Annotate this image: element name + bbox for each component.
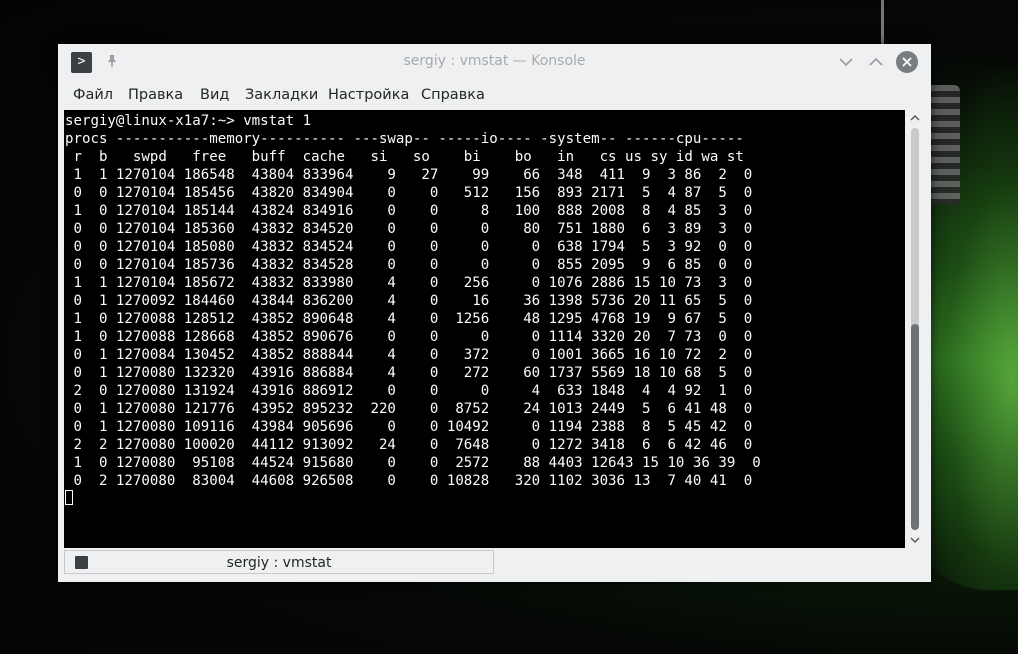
menu-edit[interactable]: Правка bbox=[128, 87, 183, 103]
maximize-button[interactable] bbox=[866, 52, 886, 72]
terminal-line: 0 1 1270080 121776 43952 895232 220 0 87… bbox=[65, 401, 753, 417]
tab-label: sergiy : vmstat bbox=[226, 555, 332, 571]
terminal-line: 1 0 1270080 95108 44524 915680 0 0 2572 … bbox=[65, 455, 761, 471]
terminal-line: 0 0 1270104 185080 43832 834524 0 0 0 0 … bbox=[65, 239, 753, 255]
bulb-cord bbox=[881, 0, 884, 46]
terminal-line: 1 0 1270088 128668 43852 890676 0 0 0 0 … bbox=[65, 329, 753, 345]
terminal-line: 0 2 1270080 83004 44608 926508 0 0 10828… bbox=[65, 473, 753, 489]
terminal-cursor bbox=[65, 490, 73, 505]
menu-help[interactable]: Справка bbox=[421, 87, 485, 103]
terminal-line: 2 2 1270080 100020 44112 913092 24 0 764… bbox=[65, 437, 753, 453]
terminal-line: 0 1 1270080 132320 43916 886884 4 0 272 … bbox=[65, 365, 753, 381]
terminal-line: 0 0 1270104 185360 43832 834520 0 0 0 80… bbox=[65, 221, 753, 237]
title-bar[interactable]: > sergiy : vmstat — Konsole bbox=[58, 44, 931, 80]
menu-bar: Файл Правка Вид Закладки Настройка Справ… bbox=[58, 81, 931, 109]
terminal-line: 0 0 1270104 185736 43832 834528 0 0 0 0 … bbox=[65, 257, 753, 273]
menu-settings[interactable]: Настройка bbox=[328, 87, 409, 103]
menu-bookmarks[interactable]: Закладки bbox=[245, 87, 318, 103]
menu-view[interactable]: Вид bbox=[200, 87, 229, 103]
terminal-line: sergiy@linux-x1a7:~> vmstat 1 bbox=[65, 113, 312, 129]
close-button[interactable] bbox=[896, 51, 918, 73]
minimize-button[interactable] bbox=[836, 52, 856, 72]
terminal-output: sergiy@linux-x1a7:~> vmstat 1 procs ----… bbox=[64, 110, 905, 490]
scroll-up-icon[interactable] bbox=[908, 112, 922, 124]
scroll-down-icon[interactable] bbox=[908, 534, 922, 546]
scrollbar-thumb[interactable] bbox=[911, 324, 919, 530]
terminal-line: 1 0 1270088 128512 43852 890648 4 0 1256… bbox=[65, 311, 753, 327]
terminal-view[interactable]: sergiy@linux-x1a7:~> vmstat 1 procs ----… bbox=[64, 110, 905, 548]
terminal-line: 0 1 1270084 130452 43852 888844 4 0 372 … bbox=[65, 347, 753, 363]
window-title: sergiy : vmstat — Konsole bbox=[403, 53, 586, 69]
terminal-scrollbar[interactable] bbox=[908, 110, 922, 548]
terminal-line: 0 1 1270080 109116 43984 905696 0 0 1049… bbox=[65, 419, 753, 435]
terminal-line: 2 0 1270080 131924 43916 886912 0 0 0 4 … bbox=[65, 383, 753, 399]
terminal-line: 1 1 1270104 186548 43804 833964 9 27 99 … bbox=[65, 167, 753, 183]
terminal-line: r b swpd free buff cache si so bi bo in … bbox=[65, 149, 744, 165]
menu-file[interactable]: Файл bbox=[73, 87, 113, 103]
terminal-line: procs -----------memory---------- ---swa… bbox=[65, 131, 744, 147]
terminal-line: 0 0 1270104 185456 43820 834904 0 0 512 … bbox=[65, 185, 753, 201]
terminal-line: 1 0 1270104 185144 43824 834916 0 0 8 10… bbox=[65, 203, 753, 219]
tab-session[interactable]: sergiy : vmstat bbox=[64, 550, 494, 574]
terminal-line: 0 1 1270092 184460 43844 836200 4 0 16 3… bbox=[65, 293, 753, 309]
terminal-line: 1 1 1270104 185672 43832 833980 4 0 256 … bbox=[65, 275, 753, 291]
wallpaper-bulb-cap bbox=[930, 85, 960, 205]
tab-bar: sergiy : vmstat bbox=[64, 550, 924, 576]
konsole-window: > sergiy : vmstat — Konsole Файл Правка … bbox=[58, 44, 931, 582]
